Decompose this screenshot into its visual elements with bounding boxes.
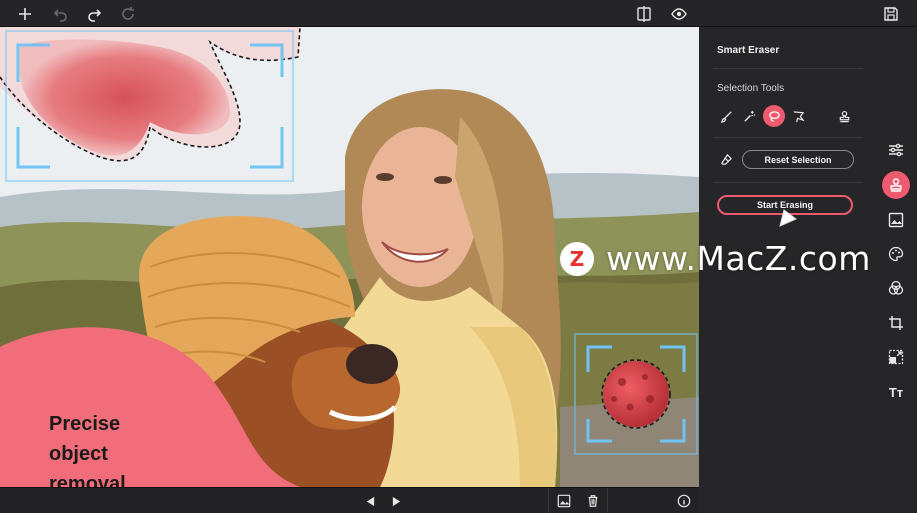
- eraser-icon-button[interactable]: [717, 150, 735, 168]
- undo-button[interactable]: [50, 3, 72, 25]
- triangle-right-icon: [392, 496, 400, 506]
- bottom-toolbar: [0, 487, 699, 513]
- trash-icon: [588, 495, 598, 507]
- redo-button[interactable]: [83, 3, 105, 25]
- eye-icon: [671, 8, 687, 20]
- image-icon: [888, 212, 904, 228]
- palette-icon: [888, 246, 904, 262]
- save-icon: [884, 7, 898, 21]
- side-tool-rail: Tт: [875, 27, 917, 513]
- stamp-tool[interactable]: [835, 107, 853, 125]
- reset-selection-button[interactable]: Reset Selection: [742, 150, 854, 169]
- image-button[interactable]: [553, 491, 575, 511]
- caption-line-3: removal: [49, 473, 126, 487]
- delete-button[interactable]: [582, 491, 604, 511]
- blend-button[interactable]: [883, 275, 909, 301]
- preview-button[interactable]: [668, 3, 690, 25]
- smart-eraser-button[interactable]: [882, 171, 910, 199]
- info-icon: [677, 494, 691, 508]
- brush-tool[interactable]: [717, 107, 735, 125]
- crop-icon: [889, 316, 903, 330]
- image-icon: [557, 494, 571, 508]
- magic-wand-icon: [743, 110, 755, 122]
- save-button[interactable]: [880, 3, 902, 25]
- text-icon: Tт: [888, 384, 904, 400]
- add-button[interactable]: [14, 3, 36, 25]
- previous-image-button[interactable]: [359, 491, 381, 511]
- info-button[interactable]: [673, 491, 695, 511]
- lasso-tool[interactable]: [763, 105, 785, 127]
- image-overlay-button[interactable]: [883, 207, 909, 233]
- text-tool-button[interactable]: Tт: [883, 379, 909, 405]
- palette-button[interactable]: [883, 241, 909, 267]
- reset-history-button[interactable]: [117, 3, 139, 25]
- cursor-icon: [779, 209, 797, 227]
- watermark-text: www.MacZ.com: [606, 239, 871, 278]
- refresh-icon: [122, 7, 134, 20]
- selection-tools-label: Selection Tools: [717, 83, 785, 94]
- watermark: Z www.MacZ.com: [560, 239, 871, 278]
- adjustments-button[interactable]: [883, 137, 909, 163]
- resize-icon: [888, 349, 904, 365]
- resize-button[interactable]: [883, 344, 909, 370]
- panel-title: Smart Eraser: [717, 45, 780, 56]
- compare-split-icon: [637, 6, 651, 22]
- blend-icon: [888, 280, 904, 295]
- compare-button[interactable]: [633, 3, 655, 25]
- caption-line-2: object: [49, 443, 108, 465]
- caption-line-1: Precise: [49, 413, 121, 435]
- sliders-icon: [889, 143, 903, 157]
- triangle-left-icon: [366, 496, 374, 506]
- feature-caption: Precise object removal: [49, 409, 126, 487]
- watermark-logo: Z: [560, 241, 594, 276]
- lasso-icon: [768, 110, 780, 122]
- eraser-icon: [720, 153, 732, 165]
- photo-editor-app: Precise object removal Smart Eraser Sele…: [0, 0, 917, 513]
- brush-icon: [720, 110, 732, 123]
- stamp-icon: [890, 178, 902, 192]
- stamp-icon: [839, 110, 849, 122]
- crop-button[interactable]: [883, 310, 909, 336]
- polygon-lasso-icon: [793, 110, 805, 122]
- undo-icon: [53, 9, 67, 22]
- plus-icon: [19, 8, 31, 20]
- top-toolbar: [0, 0, 917, 27]
- magic-wand-tool[interactable]: [740, 107, 758, 125]
- polygon-lasso-tool[interactable]: [789, 107, 807, 125]
- redo-icon: [88, 9, 102, 22]
- next-image-button[interactable]: [385, 491, 407, 511]
